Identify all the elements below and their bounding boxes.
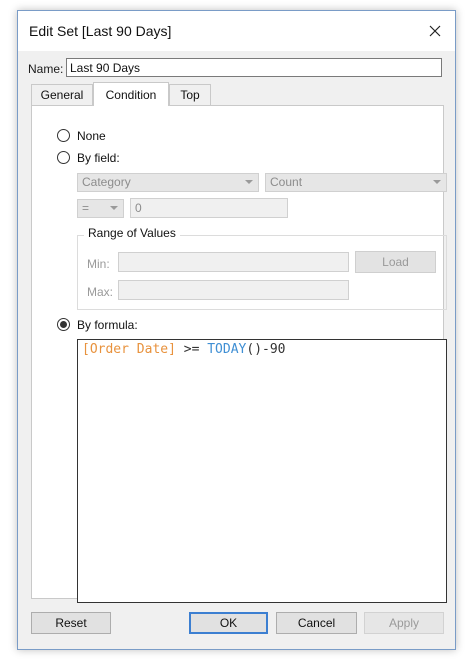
reset-button[interactable]: Reset <box>31 612 111 634</box>
field-dropdown-value: Category <box>82 175 131 189</box>
by-formula-radio[interactable] <box>57 318 70 331</box>
title-bar[interactable]: Edit Set [Last 90 Days] <box>18 11 455 51</box>
chevron-down-icon <box>433 180 441 184</box>
none-label: None <box>77 129 106 143</box>
by-formula-label: By formula: <box>77 318 138 332</box>
operator-dropdown-value: = <box>82 201 90 215</box>
cancel-button[interactable]: Cancel <box>276 612 357 634</box>
field-dropdown[interactable]: Category <box>77 173 259 192</box>
ok-button[interactable]: OK <box>189 612 268 634</box>
aggregation-dropdown[interactable]: Count <box>265 173 447 192</box>
aggregation-dropdown-value: Count <box>270 175 303 189</box>
dialog-title: Edit Set [Last 90 Days] <box>29 23 172 39</box>
tab-condition[interactable]: Condition <box>93 82 169 106</box>
close-button[interactable] <box>415 11 455 51</box>
by-field-radio[interactable] <box>57 151 70 164</box>
max-label: Max: <box>87 285 114 299</box>
formula-field-token: [Order Date] <box>82 342 176 357</box>
range-of-values-title: Range of Values <box>84 226 180 240</box>
tab-top[interactable]: Top <box>169 84 211 105</box>
formula-rest-token: ()-90 <box>246 342 286 357</box>
tab-general[interactable]: General <box>31 84 93 105</box>
min-input[interactable] <box>118 252 349 272</box>
edit-set-dialog: Edit Set [Last 90 Days] Name: General Co… <box>17 10 456 650</box>
by-field-label: By field: <box>77 151 120 165</box>
load-button[interactable]: Load <box>355 251 436 273</box>
operator-dropdown[interactable]: = <box>77 199 124 218</box>
max-input[interactable] <box>118 280 349 300</box>
formula-editor[interactable]: [Order Date] >= TODAY()-90 <box>77 339 447 603</box>
close-icon <box>429 25 441 37</box>
none-radio[interactable] <box>57 129 70 142</box>
name-input[interactable] <box>66 58 442 77</box>
min-label: Min: <box>87 257 110 271</box>
formula-operator-token: >= <box>175 342 208 357</box>
apply-button[interactable]: Apply <box>364 612 444 634</box>
condition-panel: None By field: Category Count = 0 Range … <box>31 105 447 603</box>
name-label: Name: <box>28 62 64 76</box>
chevron-down-icon <box>245 180 253 184</box>
chevron-down-icon <box>110 206 118 210</box>
value-input[interactable]: 0 <box>130 198 288 218</box>
formula-function-token: TODAY <box>207 342 247 357</box>
